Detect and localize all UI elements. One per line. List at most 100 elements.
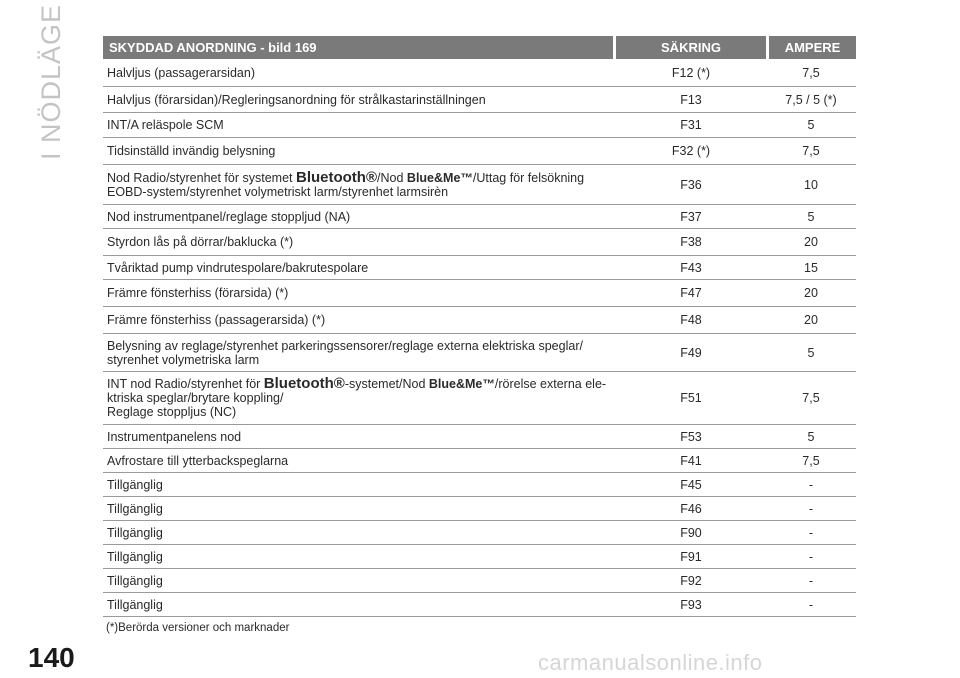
table-header: SKYDDAD ANORDNING - bild 169 SÄKRING AMP… <box>103 36 856 59</box>
row-fuse: F46 <box>680 501 702 516</box>
row-ampere: - <box>808 477 814 492</box>
blueme-brand: Blue&Me™ <box>428 377 495 391</box>
table-row: Främre fönsterhiss (förarsida) (*) F47 2… <box>103 280 856 307</box>
header-ampere: AMPERE <box>769 36 856 59</box>
row-ampere: 7,5 <box>802 391 820 405</box>
row-description: Tillgänglig <box>107 501 163 516</box>
row-ampere: - <box>808 501 814 516</box>
row-fuse: F43 <box>680 260 702 275</box>
row-fuse: F91 <box>680 549 702 564</box>
page-number: 140 <box>28 642 75 673</box>
row-ampere: 15 <box>804 260 818 275</box>
blueme-brand: Blue&Me™ <box>406 170 473 185</box>
row-fuse: F93 <box>680 597 702 612</box>
row-description: Tvåriktad pump vindrutespolare/bakrutesp… <box>107 260 369 275</box>
table-row: Belysning av reglage/styrenhet parkering… <box>103 334 856 372</box>
table-row: Tillgänglig F46 - <box>103 497 856 521</box>
row-description: Tillgänglig <box>107 549 163 564</box>
table-row: Halvljus (förarsidan)/Regleringsanordnin… <box>103 87 856 113</box>
row-fuse: F48 <box>680 313 702 327</box>
row-description: INT/A reläspole SCM <box>107 118 224 132</box>
text-part: EOBD-system/styrenhet volymetriskt larm/… <box>107 184 449 199</box>
row-ampere: 5 <box>807 209 815 224</box>
row-ampere: - <box>808 549 814 564</box>
row-description: Instrumentpanelens nod <box>107 429 242 444</box>
text-line: Belysning av reglage/styrenhet parkering… <box>107 338 583 353</box>
row-ampere: 20 <box>804 313 818 327</box>
row-fuse: F12 (*) <box>671 66 711 80</box>
row-description: Tillgänglig <box>107 573 163 588</box>
text-part: Reglage stoppljus (NC) <box>107 405 237 419</box>
row-ampere: 10 <box>804 177 818 192</box>
table-row: Tillgänglig F90 - <box>103 521 856 545</box>
table-row: Instrumentpanelens nod F53 5 <box>103 425 856 449</box>
row-fuse: F47 <box>680 286 702 300</box>
text-part: /rörelse externa ele- <box>494 377 607 391</box>
text-part: /Uttag för felsökning <box>472 170 585 185</box>
table-row: Tvåriktad pump vindrutespolare/bakrutesp… <box>103 256 856 280</box>
row-fuse: F31 <box>680 118 702 132</box>
row-description: Avfrostare till ytterbackspeglarna <box>107 453 289 468</box>
footnote: (*)Berörda versioner och marknader <box>106 622 290 634</box>
row-fuse: F51 <box>680 391 702 405</box>
row-description: Halvljus (passagerarsidan) <box>107 66 255 80</box>
text-part: Nod Radio/styrenhet för systemet <box>107 170 296 185</box>
table-row: Tidsinställd invändig belysning F32 (*) … <box>103 138 856 165</box>
row-description: Nod instrumentpanel/reglage stoppljud (N… <box>107 209 351 224</box>
header-device: SKYDDAD ANORDNING - bild 169 <box>103 36 613 59</box>
table-row: Tillgänglig F45 - <box>103 473 856 497</box>
table-row: Tillgänglig F93 - <box>103 593 856 617</box>
text-part: -systemet/Nod <box>344 377 429 391</box>
table-row: Nod Radio/styrenhet för systemet Bluetoo… <box>103 165 856 205</box>
row-fuse: F49 <box>680 345 702 360</box>
row-ampere: - <box>808 597 814 612</box>
table-row: Tillgänglig F91 - <box>103 545 856 569</box>
row-fuse: F90 <box>680 525 702 540</box>
text-line: styrenhet volymetriska larm <box>107 352 260 367</box>
row-fuse: F53 <box>680 429 702 444</box>
row-ampere: 7,5 <box>802 144 820 158</box>
watermark: carmanualsonline.info <box>538 650 763 675</box>
row-ampere: - <box>808 525 814 540</box>
table-row: Halvljus (passagerarsidan) F12 (*) 7,5 <box>103 60 856 87</box>
table-row: Främre fönsterhiss (passagerarsida) (*) … <box>103 307 856 334</box>
row-ampere: 20 <box>804 286 818 300</box>
row-fuse: F38 <box>680 235 702 249</box>
row-fuse: F41 <box>680 453 702 468</box>
table-row: Tillgänglig F92 - <box>103 569 856 593</box>
row-description: Tillgänglig <box>107 597 163 612</box>
row-description: Nod Radio/styrenhet för systemet Bluetoo… <box>103 168 616 199</box>
section-title-vertical: I NÖDLÄGE <box>36 3 66 160</box>
row-ampere: 7,5 <box>802 453 820 468</box>
row-description: Tidsinställd invändig belysning <box>107 144 276 158</box>
row-ampere: 7,5 / 5 (*) <box>785 92 837 107</box>
bluetooth-brand: Bluetooth® <box>263 375 345 392</box>
row-fuse: F92 <box>680 573 702 588</box>
header-fuse: SÄKRING <box>616 36 766 59</box>
table-row: INT nod Radio/styrenhet för Bluetooth®-s… <box>103 372 856 425</box>
row-ampere: - <box>808 573 814 588</box>
bluetooth-brand: Bluetooth® <box>295 168 378 186</box>
row-ampere: 5 <box>807 429 815 444</box>
row-description: Tillgänglig <box>107 525 163 540</box>
row-fuse: F36 <box>680 177 702 192</box>
fuse-table: SKYDDAD ANORDNING - bild 169 SÄKRING AMP… <box>103 36 856 617</box>
row-fuse: F37 <box>680 209 702 224</box>
table-row: Avfrostare till ytterbackspeglarna F41 7… <box>103 449 856 473</box>
row-description: Tillgänglig <box>107 477 163 492</box>
table-row: INT/A reläspole SCM F31 5 <box>103 113 856 138</box>
row-description: Styrdon lås på dörrar/baklucka (*) <box>107 235 294 249</box>
row-fuse: F13 <box>680 92 702 107</box>
row-description: INT nod Radio/styrenhet för Bluetooth®-s… <box>103 375 616 419</box>
row-description: Belysning av reglage/styrenhet parkering… <box>103 339 616 367</box>
row-fuse: F45 <box>680 477 702 492</box>
text-part: INT nod Radio/styrenhet för <box>107 377 264 391</box>
text-part: ktriska speglar/brytare koppling/ <box>107 391 284 405</box>
row-description: Främre fönsterhiss (passagerarsida) (*) <box>107 313 326 327</box>
row-description: Halvljus (förarsidan)/Regleringsanordnin… <box>107 92 486 107</box>
row-ampere: 20 <box>804 235 818 249</box>
row-fuse: F32 (*) <box>671 144 711 158</box>
row-description: Främre fönsterhiss (förarsida) (*) <box>107 286 289 300</box>
text-part: /Nod <box>377 170 407 185</box>
row-ampere: 7,5 <box>802 66 820 80</box>
